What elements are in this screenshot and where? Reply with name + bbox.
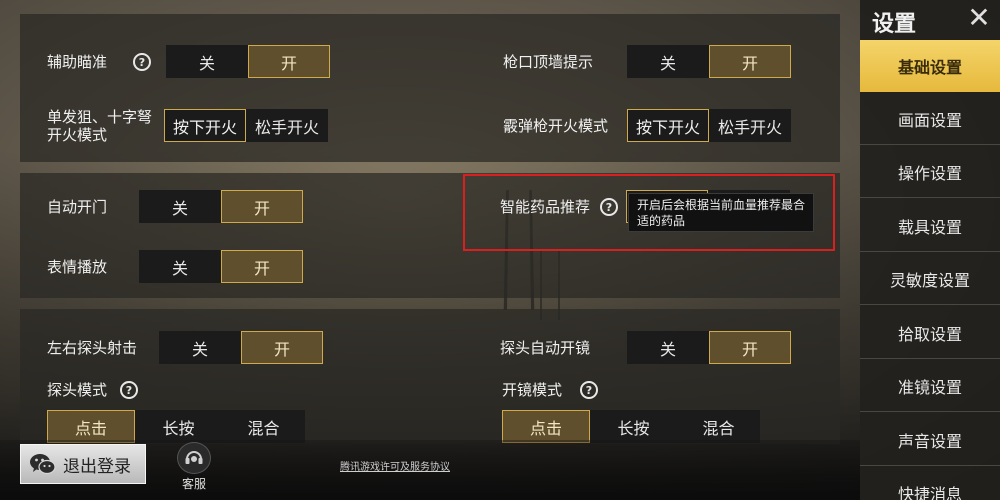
scope-mode-tap[interactable]: 点击 (502, 410, 590, 443)
peek-fire-off[interactable]: 关 (159, 331, 241, 364)
peek-mode-hold[interactable]: 长按 (135, 410, 222, 443)
muzzle-wall-label: 枪口顶墙提示 (503, 53, 594, 71)
sidebar-item-scope[interactable]: 准镜设置 (860, 360, 1000, 412)
single-fire-label: 单发狙、十字弩开火模式 (47, 108, 153, 144)
logout-button[interactable]: 退出登录 (20, 444, 146, 484)
shotgun-fire-label: 霰弹枪开火模式 (503, 117, 609, 135)
emote-toggle[interactable]: 关 开 (139, 250, 303, 283)
scope-mode-mixed[interactable]: 混合 (677, 410, 760, 443)
sidebar-item-basic[interactable]: 基础设置 (860, 40, 1000, 92)
muzzle-wall-on[interactable]: 开 (709, 45, 791, 78)
peek-fire-toggle[interactable]: 关 开 (159, 331, 323, 364)
support-label: 客服 (181, 477, 206, 491)
highlight-box (463, 174, 835, 251)
scope-mode-selector[interactable]: 点击 长按 混合 (502, 410, 760, 443)
close-icon[interactable]: ✕ (964, 4, 994, 34)
help-icon[interactable]: ? (133, 53, 151, 71)
peek-mode-tap[interactable]: 点击 (47, 410, 135, 443)
sidebar-item-controls[interactable]: 操作设置 (860, 146, 1000, 198)
peek-mode-mixed[interactable]: 混合 (222, 410, 305, 443)
wechat-icon (29, 452, 57, 476)
aim-assist-toggle[interactable]: 关 开 (166, 45, 330, 78)
shotgun-fire-press[interactable]: 按下开火 (627, 109, 709, 142)
auto-door-on[interactable]: 开 (221, 190, 303, 223)
peek-scope-on[interactable]: 开 (709, 331, 791, 364)
peek-mode-selector[interactable]: 点击 长按 混合 (47, 410, 305, 443)
auto-door-label: 自动开门 (47, 198, 108, 216)
logout-label: 退出登录 (63, 456, 131, 477)
headset-icon (177, 442, 211, 474)
muzzle-wall-toggle[interactable]: 关 开 (627, 45, 791, 78)
sidebar-item-vehicle[interactable]: 载具设置 (860, 200, 1000, 252)
peek-mode-label: 探头模式 (47, 381, 108, 399)
single-fire-toggle[interactable]: 按下开火 松手开火 (164, 109, 328, 142)
peek-scope-toggle[interactable]: 关 开 (627, 331, 791, 364)
auto-door-off[interactable]: 关 (139, 190, 221, 223)
settings-title: 设置 (872, 12, 917, 37)
help-icon[interactable]: ? (580, 381, 598, 399)
sidebar-item-graphics[interactable]: 画面设置 (860, 93, 1000, 145)
scope-mode-label: 开镜模式 (502, 381, 563, 399)
shotgun-fire-release[interactable]: 松手开火 (709, 109, 791, 142)
support-button[interactable]: 客服 (172, 442, 216, 492)
single-fire-press[interactable]: 按下开火 (164, 109, 246, 142)
sidebar-item-quick-message[interactable]: 快捷消息 (860, 467, 1000, 500)
shotgun-fire-toggle[interactable]: 按下开火 松手开火 (627, 109, 791, 142)
peek-scope-label: 探头自动开镜 (500, 339, 591, 357)
emote-off[interactable]: 关 (139, 250, 221, 283)
auto-door-toggle[interactable]: 关 开 (139, 190, 303, 223)
peek-fire-on[interactable]: 开 (241, 331, 323, 364)
emote-label: 表情播放 (47, 258, 108, 276)
muzzle-wall-off[interactable]: 关 (627, 45, 709, 78)
aim-assist-on[interactable]: 开 (248, 45, 330, 78)
emote-on[interactable]: 开 (221, 250, 303, 283)
sidebar-item-pickup[interactable]: 拾取设置 (860, 307, 1000, 359)
sidebar-item-sensitivity[interactable]: 灵敏度设置 (860, 253, 1000, 305)
peek-fire-label: 左右探头射击 (47, 339, 138, 357)
peek-scope-off[interactable]: 关 (627, 331, 709, 364)
sidebar-item-audio[interactable]: 声音设置 (860, 414, 1000, 466)
license-link[interactable]: 腾讯游戏许可及服务协议 (340, 458, 450, 473)
scope-mode-hold[interactable]: 长按 (590, 410, 677, 443)
aim-assist-off[interactable]: 关 (166, 45, 248, 78)
single-fire-release[interactable]: 松手开火 (246, 109, 328, 142)
help-icon[interactable]: ? (120, 381, 138, 399)
aim-assist-label: 辅助瞄准 (47, 53, 108, 71)
